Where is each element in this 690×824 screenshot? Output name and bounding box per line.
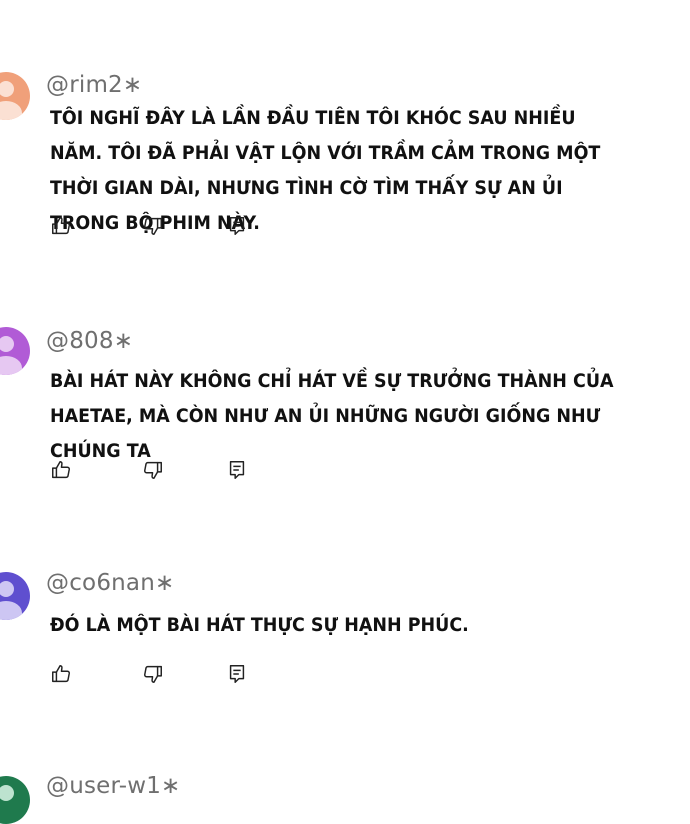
avatar-body (0, 101, 22, 120)
avatar-body (0, 356, 22, 375)
comment-actions (50, 663, 270, 687)
thumbs-down-icon[interactable] (142, 215, 164, 237)
reply-icon[interactable] (226, 663, 248, 685)
comment-text: BÀI HÁT NÀY KHÔNG CHỈ HÁT VỀ SỰ TRƯỞNG T… (50, 370, 614, 462)
comment-username[interactable]: @user-w1∗ (46, 773, 181, 799)
thumbs-down-icon[interactable] (142, 663, 164, 685)
comment-actions (50, 459, 270, 483)
avatar-body (0, 601, 22, 620)
comment-username[interactable]: @rim2∗ (46, 72, 142, 98)
thumbs-up-icon[interactable] (50, 215, 72, 237)
avatar-head (0, 81, 14, 97)
avatar[interactable] (0, 776, 30, 824)
comment-text: ĐÓ LÀ MỘT BÀI HÁT THỰC SỰ HẠNH PHÚC. (50, 614, 469, 636)
avatar[interactable] (0, 327, 30, 375)
comment-actions (50, 215, 270, 239)
reply-icon[interactable] (226, 459, 248, 481)
comment-username[interactable]: @808∗ (46, 328, 133, 354)
avatar-head (0, 785, 14, 801)
avatar[interactable] (0, 72, 30, 120)
thumbs-up-icon[interactable] (50, 459, 72, 481)
thumbs-down-icon[interactable] (142, 459, 164, 481)
avatar[interactable] (0, 572, 30, 620)
comment-username[interactable]: @co6nan∗ (46, 570, 174, 596)
thumbs-up-icon[interactable] (50, 663, 72, 685)
reply-icon[interactable] (226, 215, 248, 237)
avatar-head (0, 336, 14, 352)
avatar-head (0, 581, 14, 597)
